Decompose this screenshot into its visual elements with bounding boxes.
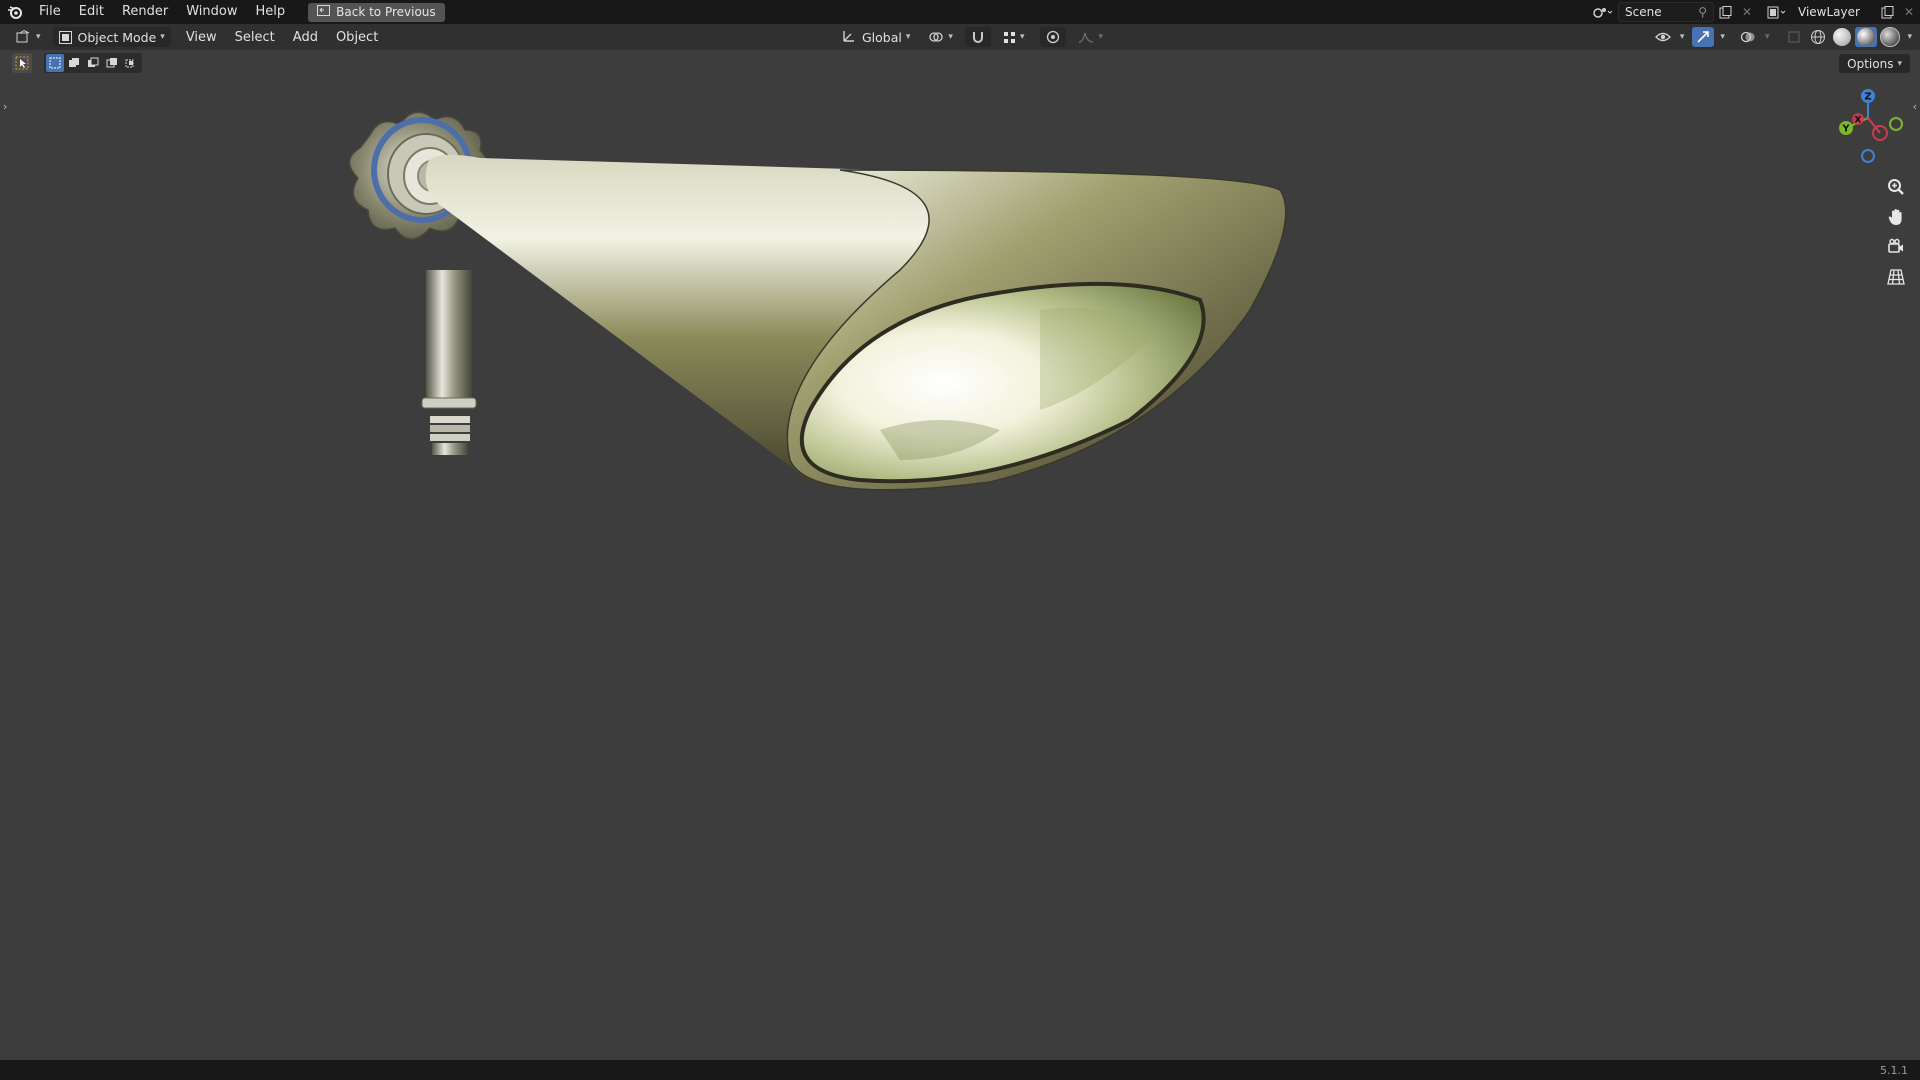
gizmo-neg-y-axis[interactable] bbox=[1889, 117, 1903, 131]
pan-icon[interactable] bbox=[1884, 206, 1908, 228]
menu-edit[interactable]: Edit bbox=[70, 0, 113, 24]
toolbar-expand-icon[interactable]: › bbox=[3, 100, 7, 113]
sidebar-expand-icon[interactable]: ‹ bbox=[1913, 100, 1917, 113]
delete-view-layer-icon[interactable]: ✕ bbox=[1898, 2, 1920, 22]
tool-row bbox=[12, 52, 142, 74]
snap-target-icon[interactable]: ▾ bbox=[997, 27, 1031, 47]
header-menu-object[interactable]: Object bbox=[327, 30, 387, 45]
gizmo-neg-z-axis[interactable] bbox=[1861, 149, 1875, 163]
blender-logo-icon[interactable] bbox=[0, 0, 30, 24]
camera-icon[interactable] bbox=[1884, 236, 1908, 258]
header-menu-select[interactable]: Select bbox=[226, 30, 284, 45]
status-bar: 5.1.1 bbox=[0, 1060, 1920, 1080]
viewport-header: ▾ Object Mode ▾ View Select Add Object G… bbox=[0, 24, 1920, 50]
top-menu-bar: File Edit Render Window Help Back to Pre… bbox=[0, 0, 1920, 24]
object-mode-label: Object Mode bbox=[77, 29, 157, 45]
scene-selector-icon[interactable] bbox=[1588, 2, 1618, 22]
viewport-display-controls: ▾ ▾ ▾ ▾ bbox=[1652, 24, 1920, 50]
orientation-dropdown[interactable]: Global ▾ bbox=[836, 27, 916, 47]
top-right-controls: Scene ⚲ ✕ ViewLayer ✕ bbox=[1588, 0, 1920, 24]
delete-scene-icon[interactable]: ✕ bbox=[1736, 2, 1758, 22]
back-icon bbox=[317, 5, 331, 19]
options-label: Options bbox=[1847, 56, 1894, 71]
back-to-previous-button[interactable]: Back to Previous bbox=[308, 2, 445, 22]
navigation-gizmo[interactable]: Z Y X bbox=[1822, 84, 1912, 174]
view-layer-field[interactable]: ViewLayer bbox=[1792, 3, 1876, 21]
scene-name: Scene bbox=[1625, 5, 1662, 19]
gizmo-y-label: Y bbox=[1841, 124, 1850, 135]
menu-window[interactable]: Window bbox=[177, 0, 246, 24]
gizmo-z-label: Z bbox=[1864, 92, 1871, 103]
back-to-previous-label: Back to Previous bbox=[336, 5, 436, 19]
scene-field[interactable]: Scene ⚲ bbox=[1618, 2, 1714, 22]
pin-icon[interactable]: ⚲ bbox=[1698, 5, 1707, 19]
gizmo-x-label: X bbox=[1855, 116, 1862, 126]
orientation-icon bbox=[842, 29, 856, 46]
select-intersect-icon[interactable] bbox=[122, 54, 140, 72]
gizmo-icon[interactable] bbox=[1692, 27, 1715, 47]
material-shading-icon[interactable] bbox=[1855, 27, 1878, 47]
wireframe-shading-icon[interactable] bbox=[1807, 27, 1829, 47]
menu-help[interactable]: Help bbox=[247, 0, 295, 24]
select-tool-icon[interactable] bbox=[12, 53, 32, 73]
select-extend-icon[interactable] bbox=[65, 54, 83, 72]
selection-mode-group bbox=[44, 53, 142, 73]
lamp-pipe bbox=[421, 270, 477, 455]
orientation-label: Global bbox=[862, 29, 902, 45]
view-layer-name: ViewLayer bbox=[1798, 5, 1860, 19]
overlay-icon[interactable] bbox=[1737, 27, 1759, 47]
snap-icon[interactable] bbox=[964, 27, 991, 47]
view-layer-selector-icon[interactable] bbox=[1764, 2, 1792, 22]
options-dropdown[interactable]: Options ▾ bbox=[1839, 54, 1910, 73]
pivot-icon[interactable]: ▾ bbox=[922, 27, 959, 47]
new-view-layer-icon[interactable] bbox=[1876, 2, 1898, 22]
header-menu-add[interactable]: Add bbox=[284, 30, 327, 45]
new-scene-icon[interactable] bbox=[1714, 2, 1736, 22]
zoom-icon[interactable] bbox=[1884, 176, 1908, 198]
object-mode-dropdown[interactable]: Object Mode ▾ bbox=[52, 27, 171, 47]
perspective-icon[interactable] bbox=[1884, 266, 1908, 288]
object-mode-icon bbox=[58, 30, 72, 44]
transform-controls: Global ▾ ▾ ▾ ▾ bbox=[836, 24, 1109, 50]
version-label: 5.1.1 bbox=[1880, 1063, 1908, 1077]
street-lamp-model[interactable] bbox=[340, 110, 1580, 620]
select-new-icon[interactable] bbox=[46, 54, 64, 72]
menu-file[interactable]: File bbox=[30, 0, 70, 24]
solid-shading-icon[interactable] bbox=[1831, 27, 1853, 47]
editor-type-icon[interactable]: ▾ bbox=[10, 27, 47, 47]
xray-icon[interactable] bbox=[1783, 27, 1805, 47]
falloff-icon[interactable]: ▾ bbox=[1072, 27, 1109, 47]
select-subtract-icon[interactable] bbox=[84, 54, 102, 72]
header-menu-view[interactable]: View bbox=[177, 30, 226, 45]
visibility-icon[interactable] bbox=[1652, 27, 1674, 47]
menu-render[interactable]: Render bbox=[113, 0, 177, 24]
rendered-shading-icon[interactable] bbox=[1879, 27, 1901, 47]
proportional-icon[interactable] bbox=[1040, 27, 1067, 47]
navigation-tools bbox=[1884, 176, 1908, 288]
select-invert-icon[interactable] bbox=[103, 54, 121, 72]
